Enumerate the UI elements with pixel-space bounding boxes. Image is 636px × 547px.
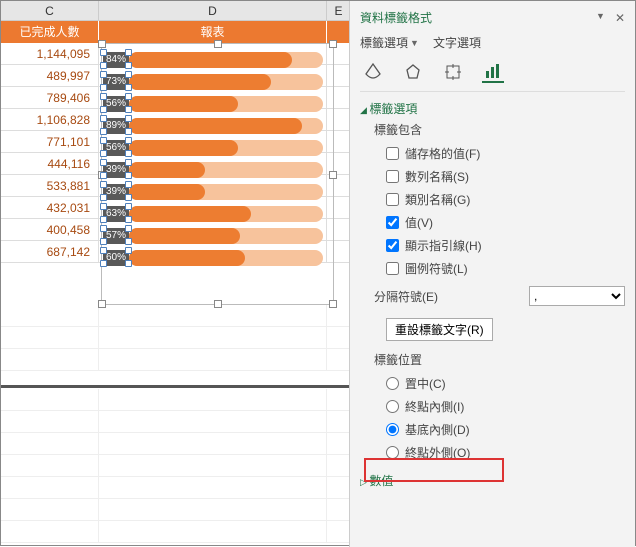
chk-series-name[interactable]: 數列名稱(S) bbox=[374, 165, 625, 188]
radio-center[interactable]: 置中(C) bbox=[374, 372, 625, 395]
reset-label-text-button[interactable]: 重設標籤文字(R) bbox=[386, 318, 493, 341]
table-row[interactable]: 533,881 bbox=[1, 175, 351, 197]
label-position-header: 標籤位置 bbox=[374, 351, 625, 368]
chk-leader-lines[interactable]: 顯示指引線(H) bbox=[374, 234, 625, 257]
cell-chart[interactable] bbox=[99, 219, 327, 240]
column-headers: C D E bbox=[1, 1, 351, 21]
table-header: 已完成人數 報表 bbox=[1, 21, 351, 43]
cell-value[interactable]: 444,116 bbox=[1, 153, 99, 174]
cell-value[interactable]: 789,406 bbox=[1, 87, 99, 108]
chk-value[interactable]: 值(V) bbox=[374, 211, 625, 234]
data-rows: 1,144,095489,997789,4061,106,828771,1014… bbox=[1, 43, 351, 263]
cell-value[interactable]: 687,142 bbox=[1, 241, 99, 262]
panel-menu-icon[interactable]: ▼ bbox=[596, 11, 605, 25]
radio-inside-base[interactable]: 基底內側(D) bbox=[374, 418, 625, 441]
size-icon[interactable] bbox=[442, 61, 464, 83]
table-row[interactable]: 789,406 bbox=[1, 87, 351, 109]
cell-value[interactable]: 1,144,095 bbox=[1, 43, 99, 64]
col-C[interactable]: C bbox=[1, 1, 99, 20]
cell-chart[interactable] bbox=[99, 197, 327, 218]
header-D: 報表 bbox=[99, 21, 327, 43]
empty-grid bbox=[1, 305, 351, 371]
cell-chart[interactable] bbox=[99, 109, 327, 130]
cell-value[interactable]: 432,031 bbox=[1, 197, 99, 218]
separator-select[interactable]: , bbox=[529, 286, 625, 306]
table-row[interactable]: 1,144,095 bbox=[1, 43, 351, 65]
col-D[interactable]: D bbox=[99, 1, 327, 20]
radio-inside-end[interactable]: 終點內側(I) bbox=[374, 395, 625, 418]
cell-chart[interactable] bbox=[99, 175, 327, 196]
table-row[interactable]: 687,142 bbox=[1, 241, 351, 263]
label-contains-header: 標籤包含 bbox=[374, 121, 625, 138]
col-E[interactable]: E bbox=[327, 1, 351, 20]
table-row[interactable]: 489,997 bbox=[1, 65, 351, 87]
table-row[interactable]: 400,458 bbox=[1, 219, 351, 241]
fill-icon[interactable] bbox=[362, 61, 384, 83]
table-row[interactable]: 432,031 bbox=[1, 197, 351, 219]
cell-chart[interactable] bbox=[99, 87, 327, 108]
cell-value[interactable]: 489,997 bbox=[1, 65, 99, 86]
table-row[interactable]: 1,106,828 bbox=[1, 109, 351, 131]
panel-close-icon[interactable]: ✕ bbox=[615, 11, 625, 25]
cell-chart[interactable] bbox=[99, 131, 327, 152]
tab-text-options[interactable]: 文字選項 bbox=[433, 34, 481, 51]
cell-value[interactable]: 400,458 bbox=[1, 219, 99, 240]
separator-label: 分隔符號(E) bbox=[374, 288, 521, 305]
cell-chart[interactable] bbox=[99, 153, 327, 174]
effects-icon[interactable] bbox=[402, 61, 424, 83]
header-E bbox=[327, 21, 351, 43]
cell-value[interactable]: 1,106,828 bbox=[1, 109, 99, 130]
format-panel: 資料標籤格式 ▼ ✕ 標籤選項 ▼ 文字選項 標籤選項 標籤包含 儲存格的值(F… bbox=[349, 1, 635, 547]
cell-chart[interactable] bbox=[99, 65, 327, 86]
table-row[interactable]: 771,101 bbox=[1, 131, 351, 153]
section-number[interactable]: 數值 bbox=[360, 472, 625, 489]
radio-outside-end[interactable]: 終點外側(O) bbox=[374, 441, 625, 464]
panel-title: 資料標籤格式 bbox=[360, 9, 432, 26]
split-bar[interactable] bbox=[1, 385, 351, 388]
tab-label-options[interactable]: 標籤選項 ▼ bbox=[360, 34, 419, 51]
cell-chart[interactable] bbox=[99, 43, 327, 64]
cell-value[interactable]: 771,101 bbox=[1, 131, 99, 152]
chk-category-name[interactable]: 類別名稱(G) bbox=[374, 188, 625, 211]
cell-value[interactable]: 533,881 bbox=[1, 175, 99, 196]
header-C: 已完成人數 bbox=[1, 21, 99, 43]
chk-legend-key[interactable]: 圖例符號(L) bbox=[374, 257, 625, 280]
section-label-options[interactable]: 標籤選項 bbox=[360, 100, 625, 117]
chk-cell-value[interactable]: 儲存格的值(F) bbox=[374, 142, 625, 165]
lower-grid bbox=[1, 389, 351, 543]
table-row[interactable]: 444,116 bbox=[1, 153, 351, 175]
chart-icon[interactable] bbox=[482, 61, 504, 83]
cell-chart[interactable] bbox=[99, 241, 327, 262]
